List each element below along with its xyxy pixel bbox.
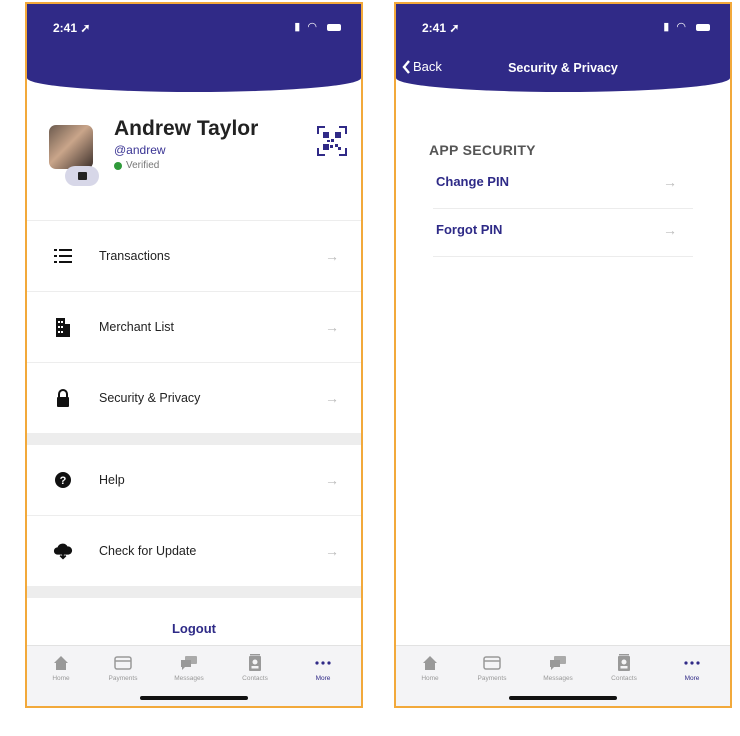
home-icon: [402, 654, 458, 672]
tab-bar: Home Payments Messages Contacts More: [396, 645, 730, 706]
home-indicator[interactable]: [509, 696, 617, 700]
svg-text:?: ?: [60, 475, 67, 487]
edit-icon: [77, 172, 87, 180]
arrow-right-icon: →: [325, 543, 339, 559]
app-header: 2:41 ➚ ▮ ◠ Security & Privacy Back: [396, 4, 730, 92]
menu-item-label: Help: [99, 473, 125, 487]
building-icon: [53, 317, 73, 337]
wifi-icon: ◠: [307, 21, 319, 33]
arrow-right-icon: →: [663, 174, 677, 190]
arrow-right-icon: →: [325, 472, 339, 488]
battery-icon: [327, 23, 341, 31]
section-divider: [27, 433, 361, 445]
tab-contacts[interactable]: Contacts: [227, 654, 283, 682]
tab-payments[interactable]: Payments: [95, 654, 151, 682]
phone-more-screen: 2:41 ➚ ▮ ◠ Andrew Taylor @andrew Verifie…: [25, 2, 363, 708]
chat-icon: [161, 654, 217, 672]
lock-icon: [53, 388, 73, 408]
verified-badge: Verified: [114, 160, 159, 171]
tab-messages[interactable]: Messages: [530, 654, 586, 682]
back-label: Back: [413, 59, 442, 74]
status-icons: ▮ ◠: [294, 20, 341, 33]
menu-list: Transactions → Merchant List → Security …: [27, 220, 361, 670]
chevron-left-icon: [402, 59, 410, 74]
app-header: 2:41 ➚ ▮ ◠: [27, 4, 361, 92]
menu-item-label: Security & Privacy: [99, 391, 201, 405]
tab-more[interactable]: More: [664, 654, 720, 682]
more-icon: [664, 654, 720, 672]
chat-icon: [530, 654, 586, 672]
edit-avatar-button[interactable]: [65, 166, 99, 186]
tab-contacts[interactable]: Contacts: [596, 654, 652, 682]
status-icons: ▮ ◠: [663, 20, 710, 33]
menu-item-check-update[interactable]: Check for Update →: [27, 515, 361, 586]
arrow-right-icon: →: [325, 319, 339, 335]
arrow-right-icon: →: [325, 248, 339, 264]
battery-icon: [696, 23, 710, 31]
profile-handle: @andrew: [114, 143, 166, 157]
status-time: 2:41 ➚: [53, 21, 91, 35]
arrow-right-icon: →: [663, 222, 677, 238]
question-icon: ?: [53, 470, 73, 490]
cloud-download-icon: [53, 541, 73, 561]
card-icon: [464, 654, 520, 672]
change-pin-item[interactable]: Change PIN →: [433, 160, 693, 209]
tab-bar: Home Payments Messages Contacts More: [27, 645, 361, 706]
menu-item-label: Check for Update: [99, 544, 197, 558]
more-icon: [295, 654, 351, 672]
tab-payments[interactable]: Payments: [464, 654, 520, 682]
section-heading: APP SECURITY: [429, 142, 536, 158]
item-label: Change PIN: [436, 174, 509, 189]
home-indicator[interactable]: [140, 696, 248, 700]
menu-item-label: Merchant List: [99, 320, 175, 334]
page-title: Security & Privacy: [508, 61, 618, 75]
arrow-right-icon: →: [325, 390, 339, 406]
menu-item-merchant-list[interactable]: Merchant List →: [27, 291, 361, 362]
signal-icon: ▮: [663, 21, 672, 33]
contacts-icon: [596, 654, 652, 672]
back-button[interactable]: Back: [402, 59, 442, 74]
wifi-icon: ◠: [676, 21, 688, 33]
avatar[interactable]: [49, 125, 93, 169]
status-time: 2:41 ➚: [422, 21, 460, 35]
tab-home[interactable]: Home: [402, 654, 458, 682]
tab-messages[interactable]: Messages: [161, 654, 217, 682]
forgot-pin-item[interactable]: Forgot PIN →: [433, 208, 693, 257]
contacts-icon: [227, 654, 283, 672]
menu-item-security-privacy[interactable]: Security & Privacy →: [27, 362, 361, 433]
tab-more[interactable]: More: [295, 654, 351, 682]
verified-label: Verified: [126, 160, 160, 171]
item-label: Forgot PIN: [436, 222, 503, 237]
menu-item-transactions[interactable]: Transactions →: [27, 220, 361, 291]
section-divider: [27, 586, 361, 598]
menu-item-help[interactable]: ? Help →: [27, 445, 361, 515]
list-icon: [53, 246, 73, 266]
home-icon: [33, 654, 89, 672]
tab-home[interactable]: Home: [33, 654, 89, 682]
menu-item-label: Transactions: [99, 249, 171, 263]
profile-name: Andrew Taylor: [114, 117, 259, 140]
signal-icon: ▮: [294, 21, 303, 33]
qr-code-icon[interactable]: [317, 126, 347, 156]
phone-security-screen: 2:41 ➚ ▮ ◠ Security & Privacy Back APP S…: [394, 2, 732, 708]
verified-check-icon: [114, 161, 122, 170]
card-icon: [95, 654, 151, 672]
